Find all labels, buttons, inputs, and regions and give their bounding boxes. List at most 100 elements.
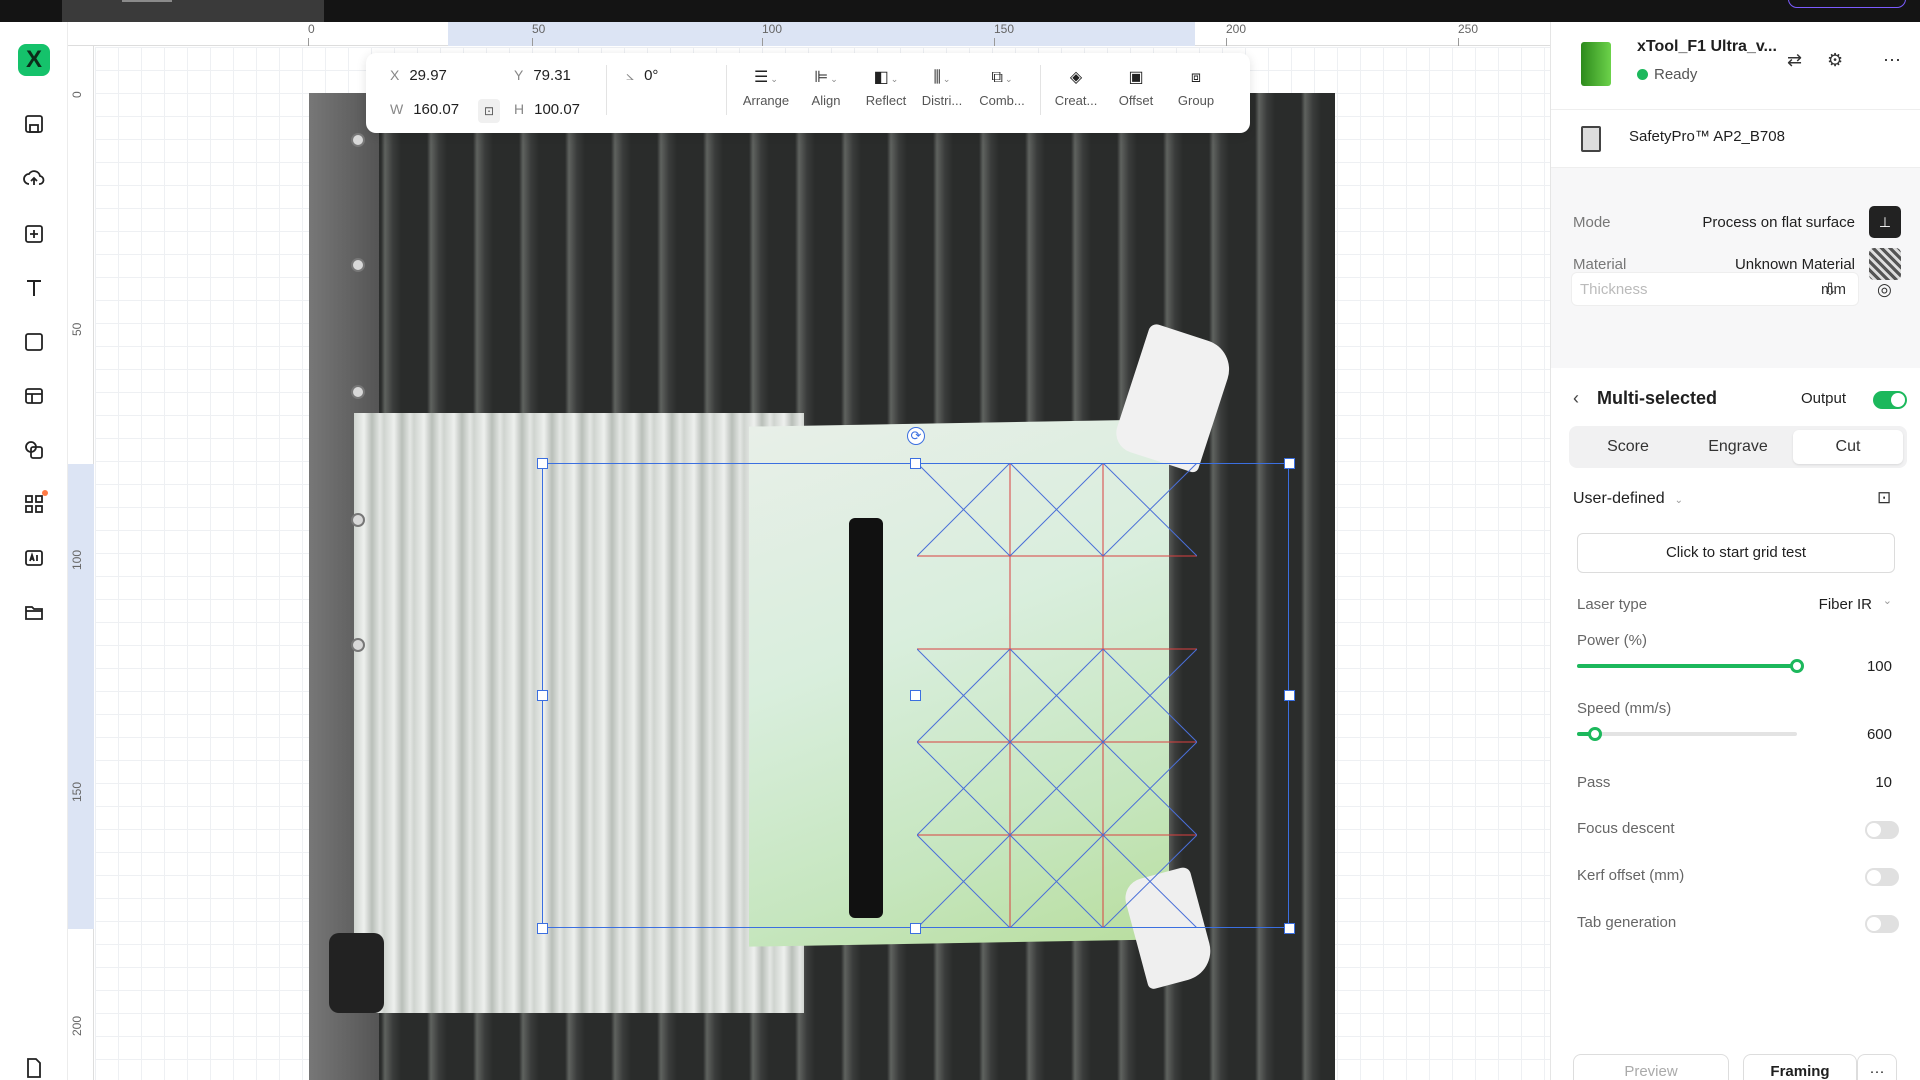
focus-descent-toggle[interactable]	[1865, 821, 1899, 839]
process-type-tabs: Score Engrave Cut	[1569, 426, 1907, 468]
power-slider[interactable]	[1577, 659, 1804, 673]
device-name[interactable]: xTool_F1 Ultra_v...	[1637, 38, 1777, 56]
text-icon[interactable]	[20, 274, 48, 302]
laser-type-value[interactable]: Fiber IR	[1819, 596, 1872, 613]
resize-handle-bottom-left[interactable]	[537, 923, 548, 934]
mode-value[interactable]: Process on flat surface	[1702, 214, 1855, 231]
w-value[interactable]: 160.07	[413, 101, 459, 118]
auto-measure-icon[interactable]: ⇩	[1823, 280, 1837, 300]
y-value[interactable]: 79.31	[533, 67, 571, 84]
ruler-tick: 150	[994, 22, 1015, 46]
module-row[interactable]: SafetyPro™ AP2_B708	[1551, 110, 1920, 168]
speed-value[interactable]: 600	[1867, 726, 1892, 743]
power-value[interactable]: 100	[1867, 658, 1892, 675]
rotation-field[interactable]: ⦣ 0°	[626, 67, 658, 84]
more-actions-button[interactable]: ···	[1857, 1054, 1897, 1080]
upload-cloud-icon[interactable]	[20, 164, 48, 192]
rotate-handle-icon[interactable]: ⟳	[907, 427, 925, 445]
speed-slider-thumb[interactable]	[1587, 727, 1602, 741]
y-field[interactable]: Y 79.31	[514, 67, 571, 84]
resize-handle-left[interactable]	[537, 690, 548, 701]
x-label: X	[390, 67, 400, 83]
speed-slider[interactable]	[1577, 727, 1797, 741]
center-handle[interactable]	[910, 690, 921, 701]
height-field[interactable]: H 100.07	[514, 101, 580, 118]
material-swatch-icon[interactable]	[1869, 248, 1901, 280]
align-button[interactable]: ⊫ ⌄ Align	[796, 63, 856, 123]
create-button[interactable]: ◈ Creat...	[1046, 63, 1106, 123]
x-value[interactable]: 29.97	[409, 67, 447, 84]
combine-icon: ⧉ ⌄	[991, 69, 1013, 86]
group-button[interactable]: ⧈ Group	[1166, 63, 1226, 123]
reflect-button[interactable]: ◧ ⌄ Reflect	[856, 63, 916, 123]
resize-handle-bottom-right[interactable]	[1284, 923, 1295, 934]
preview-button[interactable]: Preview	[1573, 1054, 1729, 1080]
add-box-icon[interactable]	[20, 220, 48, 248]
module-icon	[1581, 126, 1601, 152]
tab-generation-toggle[interactable]	[1865, 915, 1899, 933]
resize-handle-top[interactable]	[910, 458, 921, 469]
pass-value[interactable]: 10	[1875, 774, 1892, 791]
tab-engrave[interactable]: Engrave	[1683, 430, 1793, 464]
more-options-icon[interactable]: ⋯	[1883, 50, 1901, 71]
back-chevron-icon[interactable]: ‹	[1573, 388, 1579, 409]
project-tab[interactable]	[62, 0, 324, 22]
tab-cut[interactable]: Cut	[1793, 430, 1903, 464]
resize-handle-top-right[interactable]	[1284, 458, 1295, 469]
folder-icon[interactable]	[20, 598, 48, 626]
distribute-icon: ⫼ ⌄	[933, 69, 951, 86]
speed-label: Speed (mm/s)	[1577, 700, 1672, 717]
align-label: Align	[811, 93, 841, 108]
resize-handle-right[interactable]	[1284, 690, 1295, 701]
bed-hole	[351, 385, 365, 399]
h-value[interactable]: 100.07	[534, 101, 580, 118]
shape-icon[interactable]	[20, 328, 48, 356]
camera-icon[interactable]: ◎	[1877, 280, 1892, 300]
tab-score[interactable]: Score	[1573, 430, 1683, 464]
resize-handle-bottom[interactable]	[910, 923, 921, 934]
device-settings-icon[interactable]: ⚙	[1827, 50, 1843, 71]
angle-icon: ⦣	[626, 67, 635, 83]
create-icon: ◈	[1069, 69, 1083, 86]
x-field[interactable]: X 29.97	[390, 67, 447, 84]
combine-button[interactable]: ⧉ ⌄ Comb...	[972, 63, 1032, 123]
file-icon[interactable]	[20, 1054, 48, 1080]
arrange-button[interactable]: ☰ ⌄ Arrange	[736, 63, 796, 123]
align-icon: ⊫ ⌄	[814, 69, 838, 86]
distribute-button[interactable]: ⫼ ⌄ Distri...	[912, 63, 972, 123]
divider	[606, 65, 607, 115]
chevron-down-icon[interactable]: ⌄	[1883, 594, 1892, 607]
power-slider-thumb[interactable]	[1790, 659, 1804, 673]
resize-handle-top-left[interactable]	[537, 458, 548, 469]
group-label: Group	[1177, 93, 1215, 108]
design-canvas[interactable]: ⟳	[95, 47, 1550, 1080]
flat-surface-icon[interactable]: ⊥	[1869, 206, 1901, 238]
grid-test-button[interactable]: Click to start grid test	[1577, 533, 1895, 573]
layout-icon[interactable]	[20, 382, 48, 410]
module-name: SafetyPro™ AP2_B708	[1629, 128, 1785, 145]
copy-shapes-icon[interactable]	[20, 436, 48, 464]
thickness-input[interactable]: Thickness mm	[1571, 272, 1859, 306]
save-icon[interactable]	[20, 110, 48, 138]
app-logo[interactable]: X	[18, 44, 50, 76]
save-preset-icon[interactable]: ⊡	[1877, 488, 1891, 508]
material-value[interactable]: Unknown Material	[1735, 256, 1855, 273]
ruler-tick: 250	[1458, 22, 1479, 46]
preset-dropdown[interactable]: User-defined ⌄	[1573, 490, 1683, 508]
account-pill[interactable]	[1788, 0, 1906, 8]
arrange-icon: ☰ ⌄	[754, 69, 778, 86]
ruler-tick: 0	[70, 91, 84, 98]
apps-icon[interactable]	[20, 490, 48, 518]
output-toggle[interactable]	[1873, 391, 1907, 409]
ruler-tick: 100	[70, 549, 84, 570]
lock-ratio-icon[interactable]: ⊡	[478, 99, 500, 123]
width-field[interactable]: W 160.07	[390, 101, 459, 118]
offset-button[interactable]: ▣ Offset	[1106, 63, 1166, 123]
framing-button[interactable]: Framing	[1743, 1054, 1857, 1080]
ai-image-icon[interactable]	[20, 544, 48, 572]
arrange-label: Arrange	[742, 93, 790, 108]
switch-device-icon[interactable]: ⇄	[1787, 50, 1802, 71]
device-image	[1581, 42, 1611, 86]
kerf-offset-toggle[interactable]	[1865, 868, 1899, 886]
rotation-value[interactable]: 0°	[644, 67, 658, 84]
